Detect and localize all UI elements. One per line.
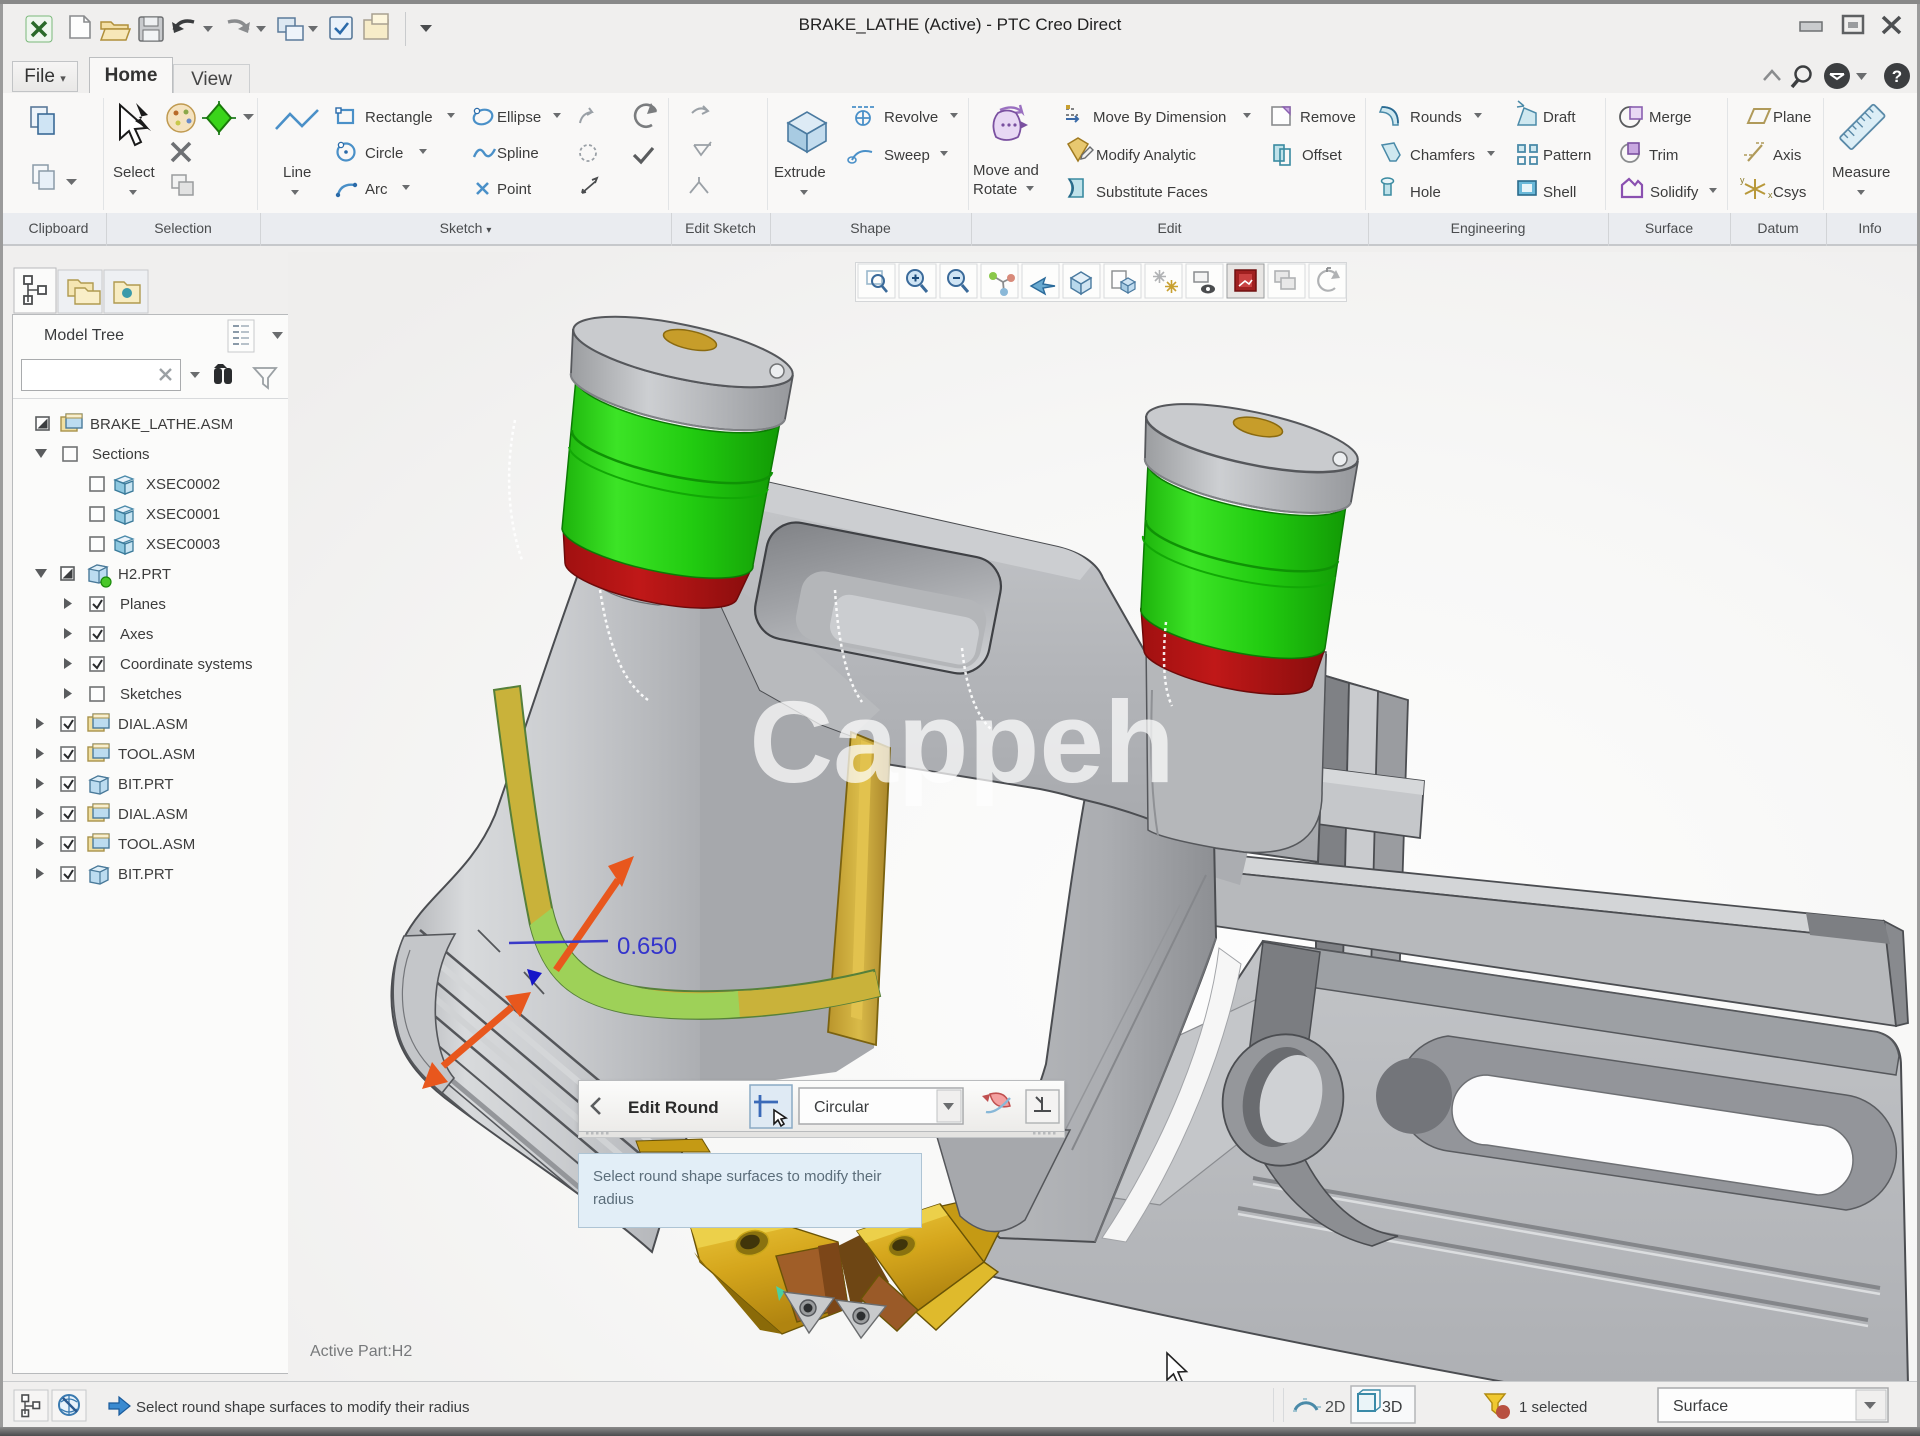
svg-text:Select round shape surfaces to: Select round shape surfaces to modify th… <box>136 1399 470 1416</box>
svg-text:?: ? <box>1892 67 1902 86</box>
svg-text:Surface: Surface <box>1673 1398 1728 1415</box>
svg-text:3D: 3D <box>1382 1399 1402 1416</box>
svg-text:2D: 2D <box>1325 1399 1345 1416</box>
svg-text:Edit Round: Edit Round <box>628 1098 719 1117</box>
svg-text:1 selected: 1 selected <box>1519 1399 1587 1416</box>
svg-text:Circular: Circular <box>814 1099 870 1116</box>
svg-text:y: y <box>1740 175 1745 185</box>
svg-text:0.650: 0.650 <box>617 933 677 960</box>
svg-text:x: x <box>1768 190 1773 200</box>
svg-text:Cappeh: Cappeh <box>749 677 1174 807</box>
